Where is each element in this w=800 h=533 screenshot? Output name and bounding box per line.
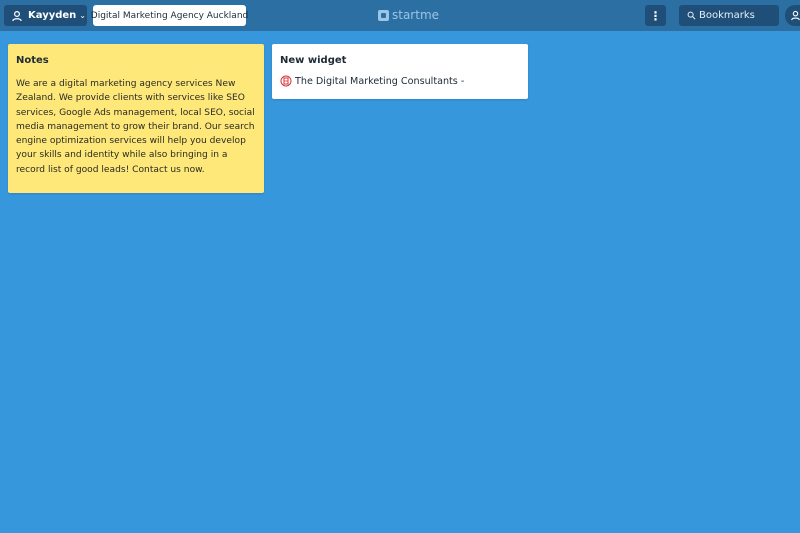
bookmark-search[interactable] [679, 5, 779, 26]
search-input[interactable] [699, 10, 779, 21]
bookmark-widget[interactable]: New widget The Digital Marketing Consult… [272, 44, 528, 99]
user-menu-button[interactable]: Kayyden ⌄ [4, 5, 87, 26]
more-options-button[interactable]: ⋮ [645, 5, 666, 26]
bookmark-label: The Digital Marketing Consultants - [295, 75, 465, 87]
logo-text: startme [392, 8, 440, 22]
page-title-button[interactable]: Digital Marketing Agency Auckland [91, 5, 248, 26]
bookmark-link[interactable]: The Digital Marketing Consultants - [280, 75, 520, 87]
account-button[interactable] [785, 5, 800, 26]
search-icon [687, 11, 696, 20]
widget-title: New widget [280, 55, 347, 66]
favicon-icon [280, 75, 292, 87]
notes-text[interactable]: We are a digital marketing agency servic… [16, 77, 256, 177]
notes-widget[interactable]: Notes We are a digital marketing agency … [8, 44, 264, 193]
user-name: Kayyden [28, 10, 77, 21]
top-bar: Kayyden ⌄ Digital Marketing Agency Auckl… [0, 0, 800, 31]
user-icon [791, 10, 800, 21]
user-icon [12, 10, 22, 21]
startme-logo-icon [378, 9, 389, 21]
widget-title: Notes [16, 55, 49, 66]
startme-logo[interactable]: startme [378, 7, 439, 23]
chevron-down-icon: ⌄ [79, 11, 86, 20]
